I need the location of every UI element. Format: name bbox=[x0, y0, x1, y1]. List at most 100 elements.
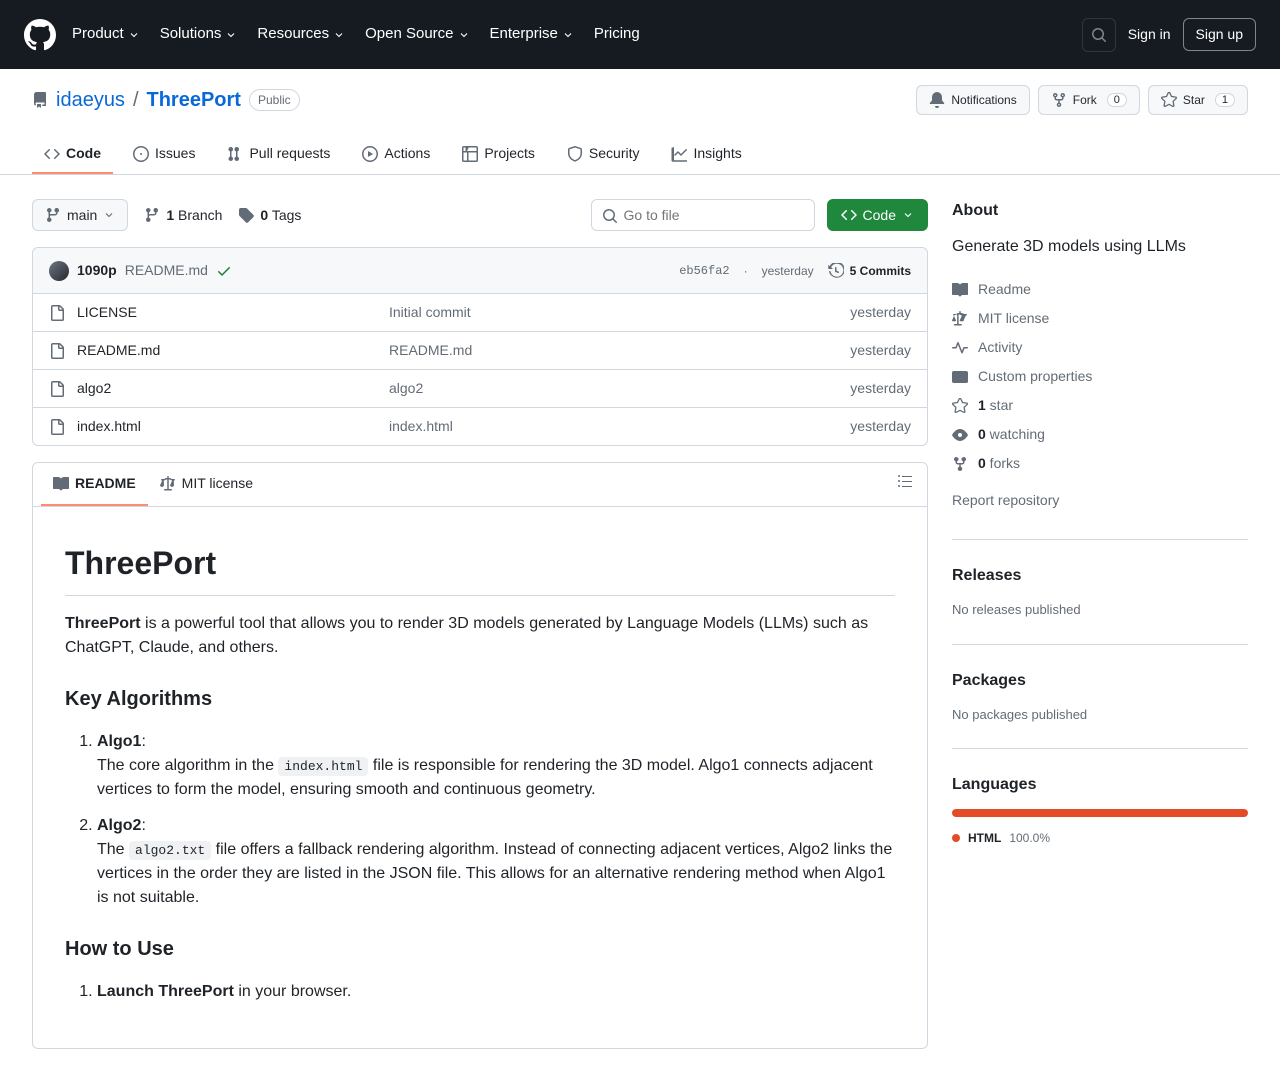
chevron-down-icon bbox=[225, 29, 237, 41]
about-section: About Generate 3D models using LLMs Read… bbox=[952, 199, 1248, 540]
repo-icon bbox=[32, 92, 48, 108]
sign-up-button[interactable]: Sign up bbox=[1183, 18, 1256, 51]
file-commit-link[interactable]: algo2 bbox=[389, 380, 423, 396]
star-button[interactable]: Star1 bbox=[1148, 85, 1248, 115]
languages-title: Languages bbox=[952, 773, 1248, 797]
pr-icon bbox=[227, 146, 243, 162]
search-icon bbox=[602, 208, 618, 224]
tab-pull-requests[interactable]: Pull requests bbox=[215, 135, 342, 174]
file-name-link[interactable]: algo2 bbox=[77, 378, 111, 399]
releases-empty: No releases published bbox=[952, 600, 1248, 620]
tab-insights[interactable]: Insights bbox=[659, 135, 753, 174]
activity-link[interactable]: Activity bbox=[952, 333, 1248, 362]
license-link[interactable]: MIT license bbox=[952, 304, 1248, 333]
readme-h1: ThreePort bbox=[65, 539, 895, 596]
custom-properties-link[interactable]: Custom properties bbox=[952, 362, 1248, 391]
github-logo-icon[interactable] bbox=[24, 19, 56, 51]
pulse-icon bbox=[952, 340, 968, 356]
nav-resources[interactable]: Resources bbox=[257, 23, 345, 46]
outline-button[interactable] bbox=[891, 468, 919, 502]
shield-icon bbox=[567, 146, 583, 162]
file-commit-link[interactable]: Initial commit bbox=[389, 304, 471, 320]
code-download-button[interactable]: Code bbox=[827, 199, 928, 231]
license-tab[interactable]: MIT license bbox=[148, 463, 265, 506]
table-icon bbox=[462, 146, 478, 162]
file-name-link[interactable]: LICENSE bbox=[77, 302, 137, 323]
file-name-link[interactable]: index.html bbox=[77, 416, 141, 437]
goto-file-field[interactable] bbox=[624, 200, 802, 230]
readme-box: README MIT license ThreePort ThreePort i… bbox=[32, 462, 928, 1049]
language-item[interactable]: HTML100.0% bbox=[952, 829, 1248, 847]
forks-link[interactable]: 0 forks bbox=[952, 449, 1248, 478]
visibility-badge: Public bbox=[249, 89, 300, 111]
packages-empty: No packages published bbox=[952, 705, 1248, 725]
tags-link[interactable]: 0 Tags bbox=[238, 205, 301, 226]
readme-h3-howto: How to Use bbox=[65, 934, 895, 964]
readme-link[interactable]: Readme bbox=[952, 275, 1248, 304]
history-icon bbox=[828, 263, 844, 279]
file-icon bbox=[49, 381, 65, 397]
repo-name-link[interactable]: ThreePort bbox=[147, 85, 241, 115]
fork-icon bbox=[1051, 92, 1067, 108]
commits-link[interactable]: 5 Commits bbox=[828, 262, 911, 280]
readme-tab[interactable]: README bbox=[41, 463, 148, 506]
issue-icon bbox=[133, 146, 149, 162]
star-count: 1 bbox=[1215, 93, 1235, 107]
notifications-button[interactable]: Notifications bbox=[916, 85, 1029, 115]
fork-count: 0 bbox=[1107, 93, 1127, 107]
commit-sha-link[interactable]: eb56fa2 bbox=[679, 262, 729, 280]
file-time: yesterday bbox=[850, 378, 911, 399]
book-icon bbox=[53, 476, 69, 492]
file-commit-link[interactable]: index.html bbox=[389, 418, 453, 434]
repo-nav-tabs: Code Issues Pull requests Actions Projec… bbox=[32, 135, 1248, 174]
tab-projects[interactable]: Projects bbox=[450, 135, 547, 174]
commit-message-link[interactable]: README.md bbox=[125, 260, 208, 281]
branch-select-button[interactable]: main bbox=[32, 199, 128, 231]
tab-issues[interactable]: Issues bbox=[121, 135, 207, 174]
fork-button[interactable]: Fork0 bbox=[1038, 85, 1140, 115]
search-icon bbox=[1091, 27, 1107, 43]
eye-icon bbox=[952, 427, 968, 443]
owner-link[interactable]: idaeyus bbox=[56, 85, 125, 115]
play-icon bbox=[362, 146, 378, 162]
language-bar[interactable] bbox=[952, 809, 1248, 817]
packages-title[interactable]: Packages bbox=[952, 669, 1248, 693]
nav-enterprise[interactable]: Enterprise bbox=[490, 23, 574, 46]
report-link[interactable]: Report repository bbox=[952, 486, 1248, 515]
tab-code[interactable]: Code bbox=[32, 135, 113, 174]
branches-link[interactable]: 1 Branch bbox=[144, 205, 222, 226]
note-icon bbox=[952, 369, 968, 385]
check-icon[interactable] bbox=[216, 263, 232, 279]
avatar[interactable] bbox=[49, 261, 69, 281]
nav-solutions[interactable]: Solutions bbox=[160, 23, 238, 46]
commit-author-link[interactable]: 1090p bbox=[77, 260, 117, 281]
file-time: yesterday bbox=[850, 340, 911, 361]
nav-pricing[interactable]: Pricing bbox=[594, 23, 640, 46]
about-title: About bbox=[952, 199, 1248, 223]
goto-file-input[interactable] bbox=[591, 199, 815, 231]
tab-actions[interactable]: Actions bbox=[350, 135, 442, 174]
nav-product[interactable]: Product bbox=[72, 23, 140, 46]
file-commit-link[interactable]: README.md bbox=[389, 342, 472, 358]
file-name-link[interactable]: README.md bbox=[77, 340, 160, 361]
stars-link[interactable]: 1 star bbox=[952, 391, 1248, 420]
file-icon bbox=[49, 419, 65, 435]
list-item: Launch ThreePort in your browser. bbox=[97, 980, 895, 1004]
file-icon bbox=[49, 343, 65, 359]
star-icon bbox=[1161, 92, 1177, 108]
chevron-down-icon bbox=[458, 29, 470, 41]
watching-link[interactable]: 0 watching bbox=[952, 420, 1248, 449]
sign-in-link[interactable]: Sign in bbox=[1128, 24, 1171, 45]
global-nav: Product Solutions Resources Open Source … bbox=[72, 23, 640, 46]
tab-security[interactable]: Security bbox=[555, 135, 652, 174]
fork-icon bbox=[952, 456, 968, 472]
chevron-down-icon bbox=[562, 29, 574, 41]
star-icon bbox=[952, 398, 968, 414]
packages-section: Packages No packages published bbox=[952, 669, 1248, 750]
releases-title[interactable]: Releases bbox=[952, 564, 1248, 588]
file-row: README.md README.md yesterday bbox=[33, 332, 927, 370]
search-button[interactable] bbox=[1082, 18, 1116, 52]
branch-icon bbox=[144, 207, 160, 223]
file-icon bbox=[49, 305, 65, 321]
nav-opensource[interactable]: Open Source bbox=[365, 23, 469, 46]
